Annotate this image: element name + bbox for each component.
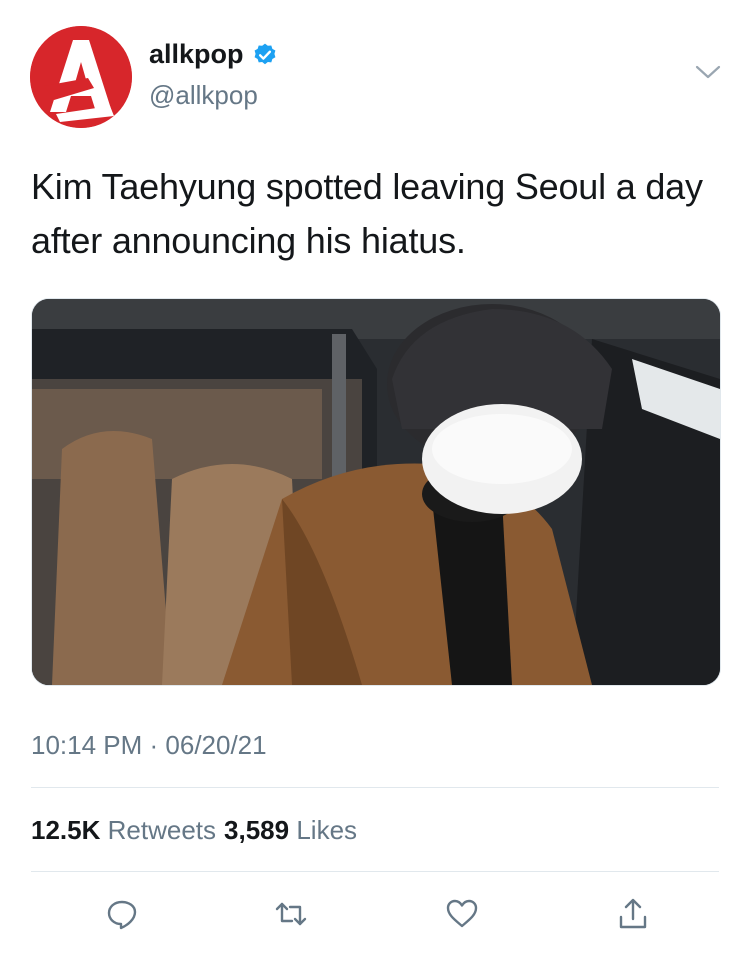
reply-icon: [107, 900, 137, 930]
verified-badge-icon: [254, 43, 275, 64]
retweets-stat[interactable]: 12.5K Retweets: [31, 815, 216, 846]
like-button[interactable]: [440, 892, 484, 936]
divider: [31, 871, 719, 872]
tweet-text: Kim Taehyung spotted leaving Seoul a day…: [31, 166, 703, 261]
reply-button[interactable]: [100, 892, 144, 936]
photo-person-leaving-car-icon: [32, 299, 720, 685]
divider: [31, 787, 719, 788]
allkpop-logo-icon: [30, 26, 132, 128]
avatar[interactable]: [30, 26, 132, 128]
tweet-photo[interactable]: [31, 298, 721, 686]
retweets-label: Retweets: [107, 815, 217, 845]
share-icon: [619, 898, 647, 929]
like-icon: [446, 899, 478, 928]
retweets-count: 12.5K: [31, 815, 101, 845]
user-handle[interactable]: @allkpop: [149, 80, 258, 111]
tweet-timestamp[interactable]: 10:14 PM · 06/20/21: [31, 730, 267, 761]
likes-label: Likes: [296, 815, 358, 845]
display-name-text: allkpop: [149, 39, 244, 69]
chevron-down-icon[interactable]: [694, 62, 722, 82]
retweet-button[interactable]: [269, 892, 313, 936]
tweet-actions: [31, 892, 719, 938]
retweet-icon: [275, 902, 307, 926]
likes-count: 3,589: [224, 815, 290, 845]
likes-stat[interactable]: 3,589 Likes: [224, 815, 357, 846]
share-button[interactable]: [611, 892, 655, 936]
display-name[interactable]: allkpop: [149, 39, 278, 70]
tweet-stats: 12.5K Retweets 3,589 Likes: [31, 815, 357, 846]
